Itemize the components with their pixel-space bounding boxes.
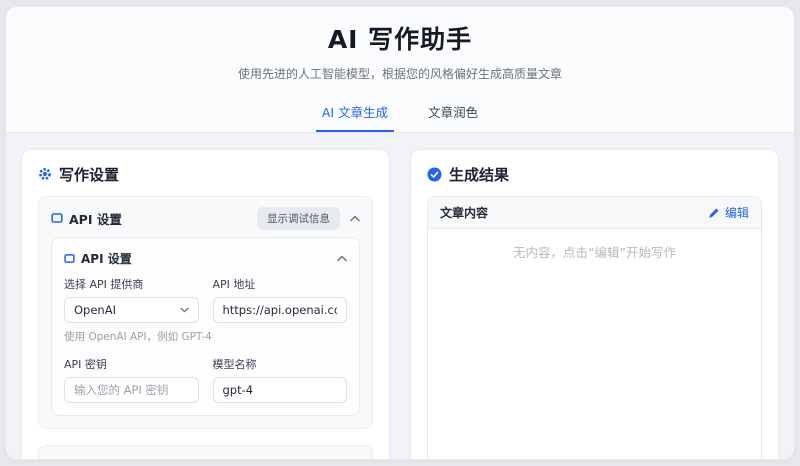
edit-button[interactable]: 编辑: [708, 204, 749, 221]
article-content-box: 文章内容 编辑 无内容，点击“编辑”开始写作: [427, 196, 762, 459]
provider-help-text: 使用 OpenAI API，例如 GPT-4: [64, 331, 212, 343]
article-content-body[interactable]: 无内容，点击“编辑”开始写作: [428, 229, 761, 459]
tab-article-generation[interactable]: AI 文章生成: [315, 96, 395, 132]
page-title: AI 写作助手: [327, 25, 473, 54]
chevron-up-icon: [337, 255, 347, 261]
api-config-header: API 设置: [64, 250, 347, 266]
collapse-api-config-button[interactable]: [337, 255, 347, 262]
app-window: AI 写作助手 使用先进的人工智能模型，根据您的风格偏好生成高质量文章 AI 文…: [5, 6, 795, 460]
api-icon: [64, 253, 75, 263]
writing-settings-title-row: 写作设置: [38, 164, 373, 184]
model-name-input[interactable]: [212, 377, 347, 403]
writing-settings-title: 写作设置: [59, 165, 120, 184]
api-key-label: API 密钥: [64, 358, 107, 371]
model-name-field-group: 模型名称: [212, 356, 347, 403]
content-settings-title: 内容设置: [68, 458, 118, 460]
generation-result-title-row: 生成结果: [427, 164, 762, 184]
page-subtitle: 使用先进的人工智能模型，根据您的风格偏好生成高质量文章: [237, 67, 562, 81]
api-url-field-group: API 地址: [212, 276, 347, 323]
content-settings-title-wrap: 内容设置: [51, 458, 118, 460]
article-content-header: 文章内容 编辑: [428, 197, 761, 229]
collapse-api-section-button[interactable]: [350, 215, 360, 222]
writing-settings-panel: 写作设置 API 设置 显示调试信息 API 设置 选择 API 提供商 Ope…: [21, 149, 390, 460]
edit-button-label: 编辑: [724, 206, 749, 220]
content-settings-header: 内容设置: [51, 458, 360, 460]
provider-selected-value: OpenAI: [74, 303, 116, 317]
pencil-icon: [709, 208, 719, 218]
api-url-input[interactable]: [212, 297, 347, 323]
show-debug-info-button[interactable]: 显示调试信息: [257, 206, 340, 230]
api-form: 选择 API 提供商 OpenAI API 地址 https://api.ope…: [64, 276, 347, 403]
article-content-title: 文章内容: [440, 206, 489, 220]
api-config-title-wrap: API 设置: [64, 250, 132, 267]
tab-bar: AI 文章生成 文章润色: [6, 96, 794, 133]
generation-result-title: 生成结果: [449, 165, 510, 184]
content-area: 写作设置 API 设置 显示调试信息 API 设置 选择 API 提供商 Ope…: [6, 133, 794, 460]
api-settings-title-wrap: API 设置: [51, 209, 122, 228]
chevron-up-icon: [350, 215, 360, 221]
api-config-box: API 设置 选择 API 提供商 OpenAI API 地址 https://…: [51, 237, 360, 416]
provider-field-group: 选择 API 提供商 OpenAI: [64, 276, 199, 323]
content-settings-card: 内容设置 主题: [38, 445, 373, 460]
empty-state-text: 无内容，点击“编辑”开始写作: [513, 245, 676, 260]
api-key-field-group: API 密钥: [64, 356, 199, 403]
api-settings-card: API 设置 显示调试信息 API 设置 选择 API 提供商 OpenAI A…: [38, 196, 373, 429]
api-settings-title: API 设置: [69, 211, 122, 227]
gear-icon: [39, 168, 51, 180]
provider-select[interactable]: OpenAI: [64, 297, 199, 323]
tab-article-polish[interactable]: 文章润色: [422, 96, 484, 132]
page-header: AI 写作助手 使用先进的人工智能模型，根据您的风格偏好生成高质量文章: [6, 7, 794, 82]
generation-result-panel: 生成结果 文章内容 编辑 无内容，点击“编辑”开始写作: [410, 149, 779, 459]
api-settings-header: API 设置 显示调试信息: [51, 206, 360, 230]
api-key-input[interactable]: [64, 377, 199, 403]
check-circle-icon: [427, 167, 442, 181]
api-url-label: API 地址: [212, 278, 256, 291]
provider-label: 选择 API 提供商: [64, 278, 144, 291]
chevron-down-icon: [179, 307, 189, 313]
api-config-title: API 设置: [81, 251, 132, 266]
api-icon: [51, 213, 63, 223]
model-name-label: 模型名称: [212, 358, 257, 371]
